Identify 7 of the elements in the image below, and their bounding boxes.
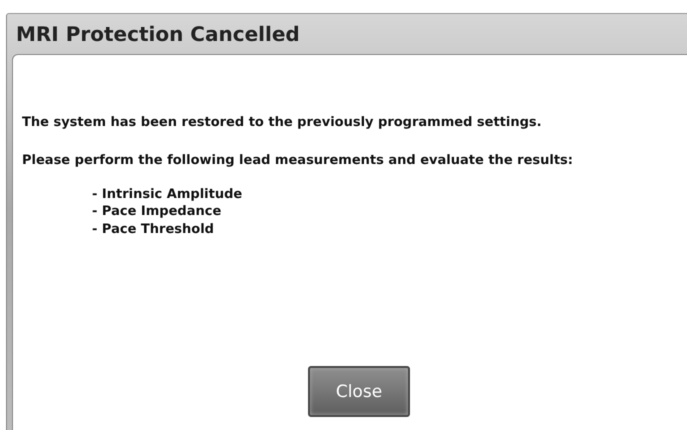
close-button[interactable]: Close xyxy=(308,366,410,417)
dialog-title: MRI Protection Cancelled xyxy=(16,22,300,46)
measurement-item: - Intrinsic Amplitude xyxy=(92,186,242,204)
measurement-item: - Pace Threshold xyxy=(92,220,214,238)
message-text: The system has been restored to the previously programmed settings. xyxy=(22,115,543,130)
instruction-text: Please perform the following lead measurements and evaluate the results: xyxy=(22,152,574,170)
measurement-item: - Pace Impedance xyxy=(92,203,222,221)
